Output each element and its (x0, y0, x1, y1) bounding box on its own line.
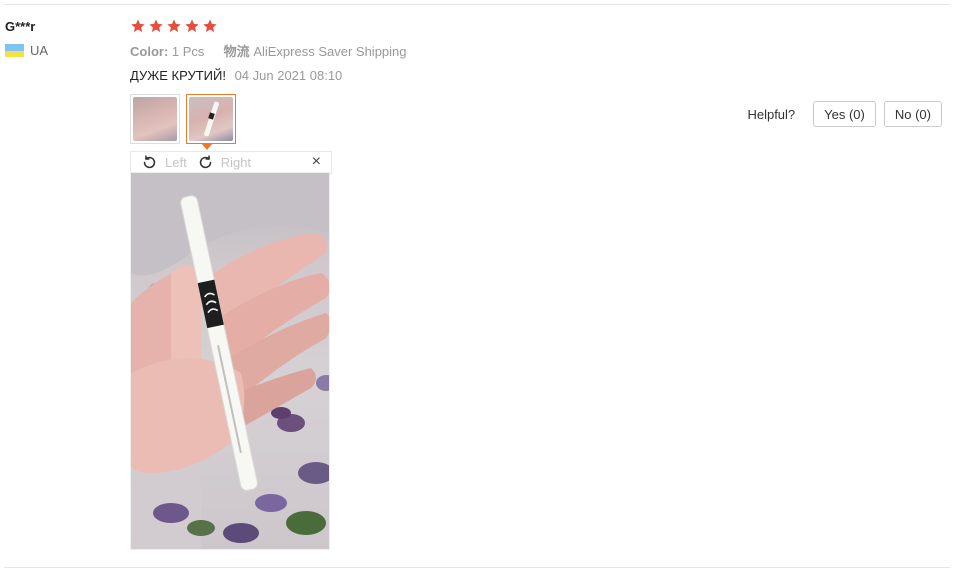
photo-thumbnail[interactable] (130, 94, 180, 144)
reviewer-name: G***r (5, 19, 36, 34)
review-photo-large (130, 172, 330, 550)
rotate-right-button[interactable]: Right (197, 154, 251, 171)
shipping-label: 物流 (223, 44, 250, 59)
photo-thumbnail-selected[interactable] (186, 94, 236, 144)
selected-thumbnail-pointer (201, 143, 213, 150)
shipping-value: AliExpress Saver Shipping (253, 44, 407, 59)
photo-viewer-toolbar: Left Right × (130, 151, 332, 174)
color-value: 1 Pcs (171, 44, 205, 59)
review-body: Color: 1 Pcs 物流 AliExpress Saver Shippin… (130, 18, 940, 86)
star-icon (167, 19, 181, 33)
star-icon (149, 19, 163, 33)
thumbnail-image (189, 97, 233, 141)
star-icon (185, 19, 199, 33)
star-icon (131, 19, 145, 33)
review-text-line: ДУЖЕ КРУТИЙ! 04 Jun 2021 08:10 (130, 66, 940, 86)
reviewer-info: G***r UA (5, 19, 48, 58)
ukraine-flag-icon (5, 44, 24, 57)
rotate-right-icon (199, 155, 211, 169)
review-date: 04 Jun 2021 08:10 (234, 68, 343, 83)
review-meta: Color: 1 Pcs 物流 AliExpress Saver Shippin… (130, 42, 940, 62)
helpful-label: Helpful? (747, 106, 796, 122)
helpful-no-button[interactable]: No (0) (883, 101, 942, 127)
review-photo (131, 173, 329, 549)
rotate-left-button[interactable]: Left (141, 154, 187, 171)
color-label: Color: (130, 44, 169, 59)
country-code: UA (30, 43, 49, 58)
rotate-left-icon (143, 155, 156, 169)
photo-thumbnails (130, 94, 236, 144)
star-rating (130, 18, 940, 38)
helpful-yes-button[interactable]: Yes (0) (813, 101, 876, 127)
helpful-voting: Helpful? Yes (0) No (0) (747, 101, 942, 127)
thumbnail-image (133, 97, 177, 141)
top-divider (4, 4, 950, 5)
close-viewer-button[interactable]: × (312, 153, 321, 171)
review-text: ДУЖЕ КРУТИЙ! (130, 68, 226, 83)
reviewer-country: UA (5, 43, 48, 58)
star-icon (203, 19, 217, 33)
bottom-divider (4, 567, 950, 568)
